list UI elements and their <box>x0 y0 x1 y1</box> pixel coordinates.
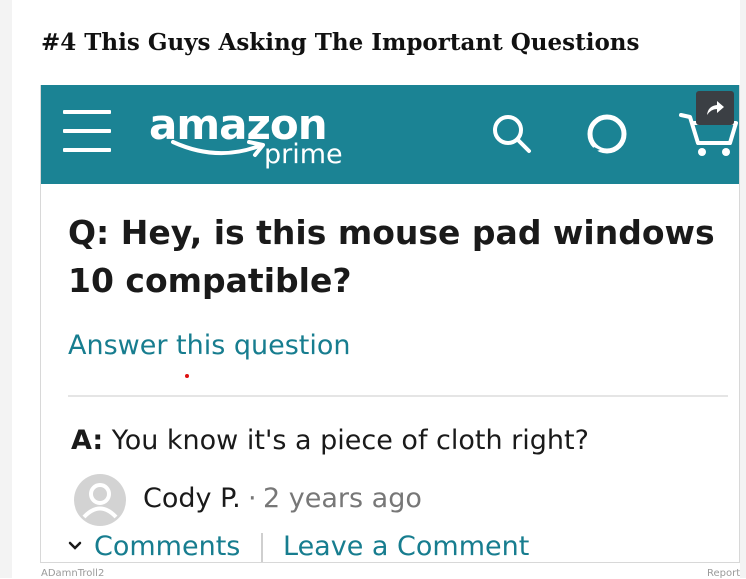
user-avatar-icon <box>82 483 118 519</box>
answer-time: 2 years ago <box>263 483 422 514</box>
red-dot <box>185 374 189 378</box>
author-name[interactable]: Cody P. <box>143 483 241 514</box>
post-title: #4 This Guys Asking The Important Questi… <box>41 29 640 56</box>
leave-comment-link[interactable]: Leave a Comment <box>283 531 529 562</box>
right-gutter <box>740 0 746 578</box>
report-link[interactable]: Report <box>707 568 740 579</box>
answer-row: A: You know it's a piece of cloth right? <box>71 425 589 456</box>
share-button[interactable] <box>696 91 734 125</box>
logo-prime: prime <box>264 139 343 170</box>
meme-image: amazon prime Q: Hey, is this mouse pad w… <box>40 85 740 563</box>
alexa-icon[interactable] <box>586 113 628 155</box>
search-icon[interactable] <box>491 113 533 155</box>
smile-arrow-icon <box>171 140 265 157</box>
answer-prefix: A: <box>71 425 104 456</box>
answer-this-question-link[interactable]: Answer this question <box>68 330 351 361</box>
divider-pipe <box>261 533 263 562</box>
amazon-header: amazon prime <box>41 85 739 184</box>
author-separator: · <box>248 483 257 514</box>
divider <box>68 395 728 397</box>
avatar[interactable] <box>74 474 126 526</box>
amazon-logo[interactable]: amazon prime <box>149 100 349 175</box>
left-gutter <box>0 0 12 578</box>
comments-link[interactable]: Comments <box>94 531 240 562</box>
question-text: Q: Hey, is this mouse pad windows 10 com… <box>68 213 715 300</box>
menu-icon[interactable] <box>63 110 113 152</box>
answer-text: You know it's a piece of cloth right? <box>111 425 589 456</box>
share-icon <box>707 101 724 115</box>
footer-username[interactable]: ADamnTroll2 <box>41 568 104 579</box>
chevron-down-icon[interactable] <box>68 541 82 551</box>
